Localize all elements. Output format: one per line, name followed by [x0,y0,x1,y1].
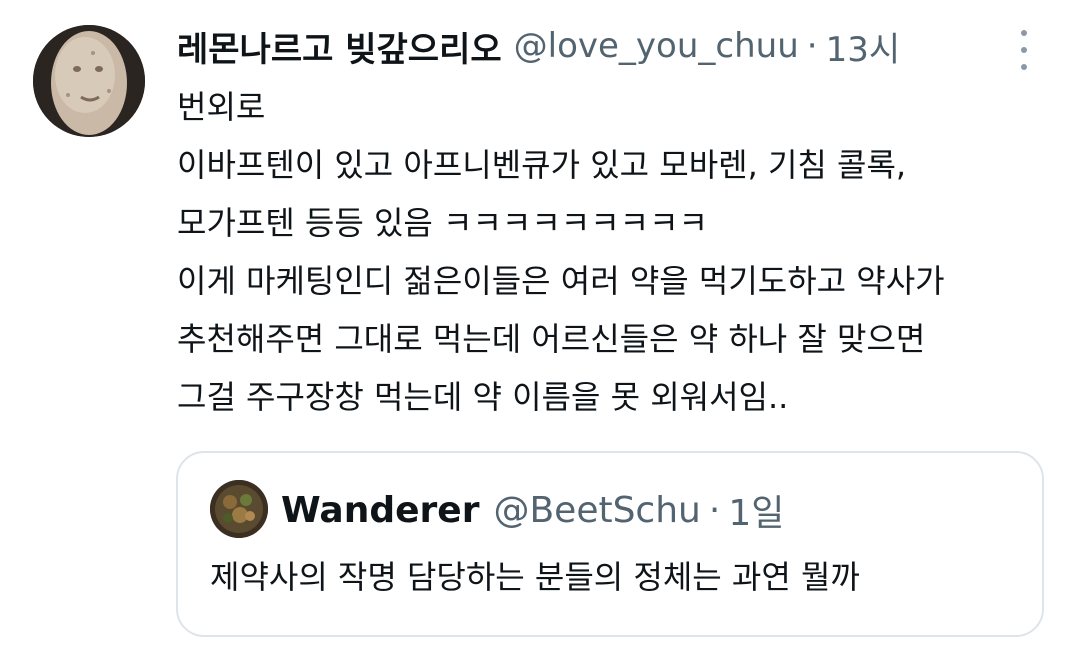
separator-dot: · [806,26,818,66]
tweet-text-line: 이게 마케팅인디 젊은이들은 여러 약을 먹기도하고 약사가 [177,262,945,300]
user-avatar[interactable] [33,25,145,137]
tweet-header: 레몬나르고 빚갚으리오 @love_you_chuu · 13시 [177,22,900,70]
quoted-timestamp[interactable]: 1일 [728,484,784,536]
more-options-icon[interactable] [1012,30,1036,70]
quoted-tweet-text: 제약사의 작명 담당하는 분들의 정체는 과연 뭘까 [210,558,860,596]
tweet-text-line: 이바프텐이 있고 아프니벤큐가 있고 모바렌, 기침 콜록, [177,146,907,184]
quoted-tweet[interactable]: Wanderer @BeetSchu · 1일 제약사의 작명 담당하는 분들의… [176,451,1044,637]
user-handle[interactable]: @love_you_chuu [514,26,799,66]
tweet: 레몬나르고 빚갚으리오 @love_you_chuu · 13시 번외로 이바프… [0,0,1080,647]
food-plate-icon [210,480,268,538]
quoted-user-handle[interactable]: @BeetSchu [493,490,700,531]
quoted-display-name[interactable]: Wanderer [281,490,479,531]
quoted-user-avatar[interactable] [210,480,268,538]
tweet-text-line: 모가프텐 등등 있음 ㅋㅋㅋㅋㅋㅋㅋㅋㅋ [177,204,708,242]
tweet-text: 번외로 이바프텐이 있고 아프니벤큐가 있고 모바렌, 기침 콜록, 모가프텐 … [177,78,1057,426]
potato-face-icon [33,25,145,137]
quoted-tweet-header: Wanderer @BeetSchu · 1일 [281,484,784,536]
timestamp[interactable]: 13시 [826,22,901,71]
display-name[interactable]: 레몬나르고 빚갚으리오 [177,22,502,71]
tweet-text-line: 번외로 [177,88,266,126]
tweet-text-line: 그걸 주구장창 먹는데 약 이름을 못 외워서임.. [177,378,789,416]
tweet-text-line: 추천해주면 그대로 먹는데 어르신들은 약 하나 잘 맞으면 [177,320,926,358]
separator-dot: · [708,489,721,531]
